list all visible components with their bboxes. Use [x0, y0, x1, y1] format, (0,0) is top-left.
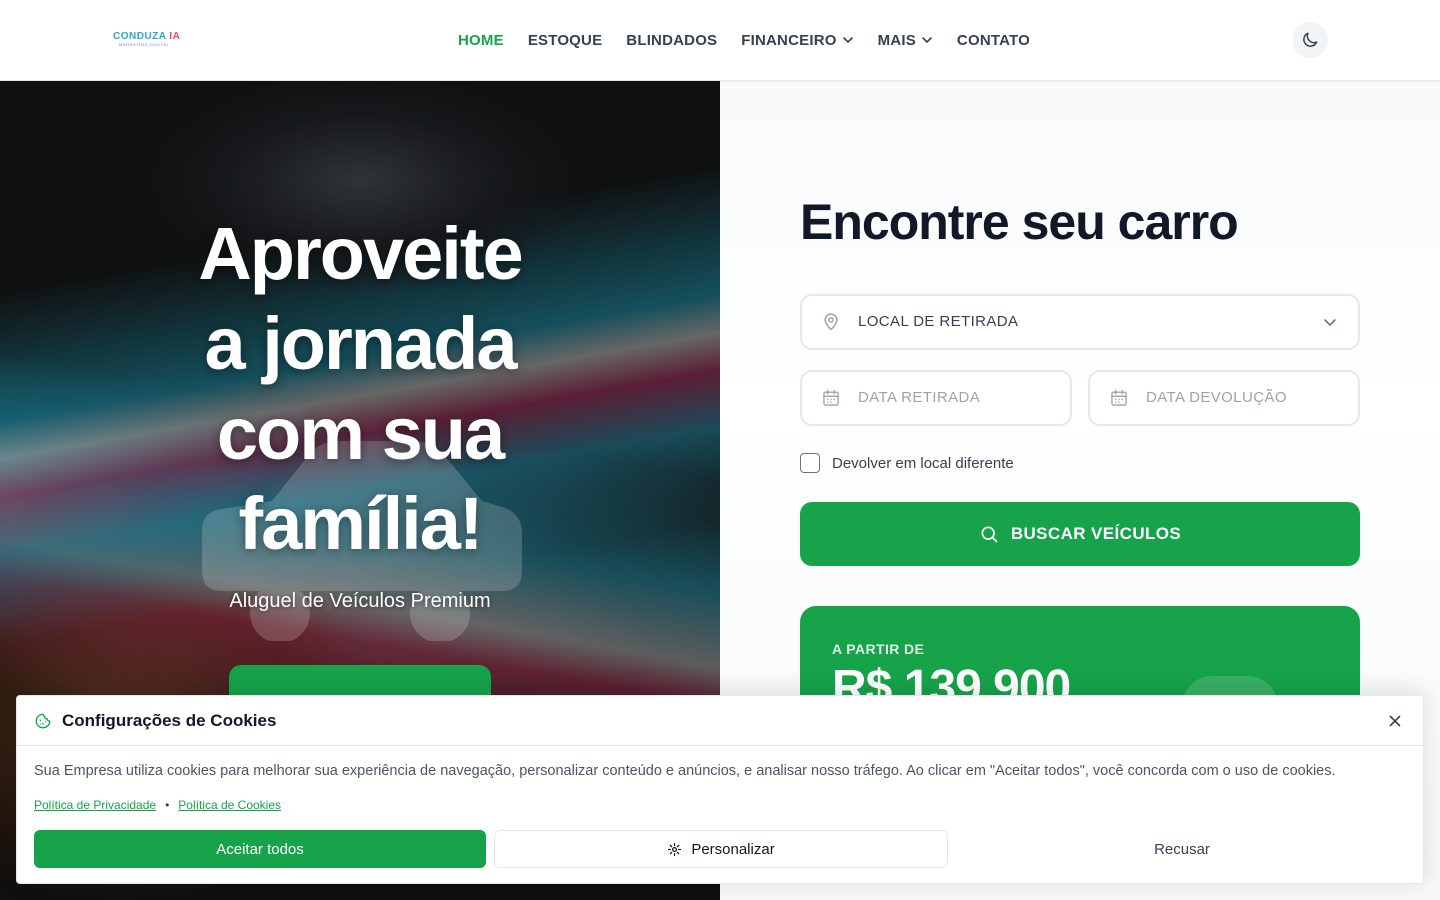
cookie-icon: [35, 713, 51, 729]
link-separator: •: [165, 798, 170, 812]
return-date-field[interactable]: DATA DEVOLUÇÃO: [1088, 370, 1360, 426]
logo-tagline: MARKETING DIGITAL: [119, 42, 170, 47]
nav-item-blindados[interactable]: BLINDADOS: [626, 32, 717, 49]
main-nav: HOME ESTOQUE BLINDADOS FINANCEIRO MAIS C…: [458, 29, 1054, 51]
brand-logo[interactable]: CONDUZA IA MARKETING DIGITAL: [113, 31, 185, 49]
close-icon[interactable]: [1387, 713, 1403, 729]
customize-cookies-label: Personalizar: [691, 840, 775, 858]
theme-toggle-button[interactable]: [1292, 22, 1328, 58]
calendar-icon: [1109, 388, 1129, 408]
cookie-banner-text: Sua Empresa utiliza cookies para melhora…: [34, 763, 1336, 779]
site-header: CONDUZA IA MARKETING DIGITAL HOME ESTOQU…: [0, 0, 1440, 81]
search-icon: [981, 526, 998, 543]
customize-cookies-button[interactable]: Personalizar: [494, 830, 948, 868]
chevron-down-icon: [922, 37, 932, 43]
hero-title: Aproveite a jornada com sua família!: [198, 212, 523, 565]
moon-icon: [1303, 32, 1318, 47]
nav-item-contato[interactable]: CONTATO: [957, 32, 1030, 49]
cookie-policy-links: Política de Privacidade • Política de Co…: [34, 798, 281, 812]
cookie-banner-title: Configurações de Cookies: [62, 711, 277, 730]
nav-item-estoque[interactable]: ESTOQUE: [528, 32, 602, 49]
search-vehicles-label: BUSCAR VEÍCULOS: [1010, 524, 1182, 543]
return-date-placeholder: DATA DEVOLUÇÃO: [1146, 389, 1287, 406]
accept-all-cookies-button[interactable]: Aceitar todos: [34, 830, 486, 868]
pickup-date-field[interactable]: DATA RETIRADA: [800, 370, 1072, 426]
search-title: Encontre seu carro: [800, 194, 1239, 250]
refuse-cookies-button[interactable]: Recusar: [956, 830, 1408, 868]
privacy-policy-link[interactable]: Política de Privacidade: [34, 798, 156, 812]
chevron-down-icon: [1324, 319, 1336, 326]
promo-kicker: A PARTIR DE: [832, 641, 925, 657]
nav-item-mais[interactable]: MAIS: [878, 32, 933, 49]
nav-item-home[interactable]: HOME: [458, 32, 504, 49]
calendar-icon: [821, 388, 841, 408]
search-vehicles-button[interactable]: BUSCAR VEÍCULOS: [800, 502, 1360, 566]
nav-item-financeiro[interactable]: FINANCEIRO: [741, 32, 853, 49]
logo-wordmark: CONDUZA IA: [113, 31, 181, 42]
cookie-policy-link[interactable]: Política de Cookies: [178, 798, 281, 812]
hero-subtitle: Aluguel de Veículos Premium: [229, 590, 491, 612]
different-location-checkbox[interactable]: [800, 453, 820, 473]
pickup-location-label: LOCAL DE RETIRADA: [858, 313, 1019, 330]
cookie-banner: Configurações de Cookies Sua Empresa uti…: [16, 695, 1424, 884]
different-location-label: Devolver em local diferente: [832, 454, 1014, 472]
chevron-down-icon: [842, 37, 853, 43]
map-pin-icon: [821, 312, 841, 332]
pickup-date-placeholder: DATA RETIRADA: [858, 389, 981, 406]
pickup-location-select[interactable]: LOCAL DE RETIRADA: [800, 294, 1360, 350]
cookie-banner-header: Configurações de Cookies: [17, 696, 1423, 746]
different-location-option[interactable]: Devolver em local diferente: [800, 453, 1014, 473]
gear-icon: [668, 842, 682, 856]
